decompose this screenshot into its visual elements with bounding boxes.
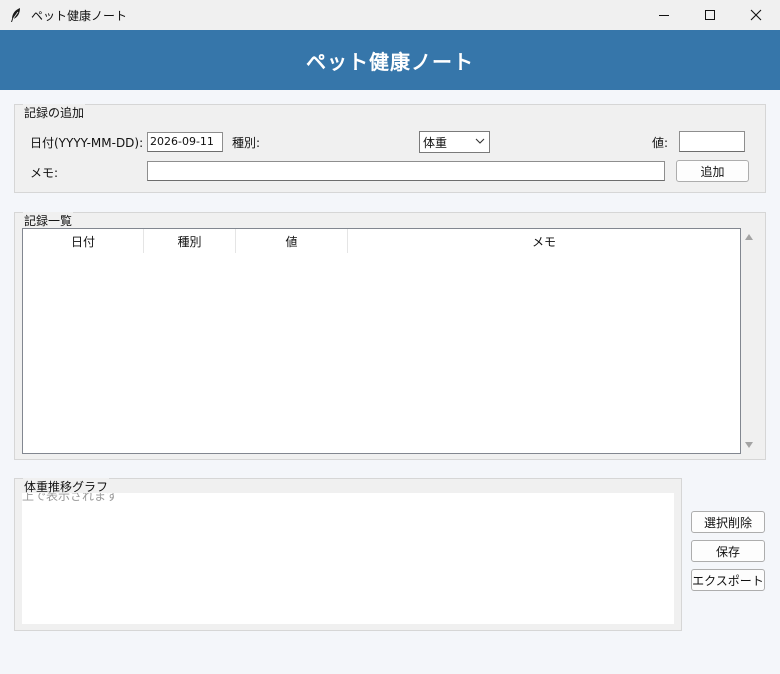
chevron-down-icon: [475, 138, 485, 144]
save-button[interactable]: 保存: [691, 540, 765, 562]
records-group-title: 記録一覧: [23, 212, 74, 229]
maximize-icon: [705, 10, 715, 20]
records-table[interactable]: 日付 種別 値 メモ: [22, 228, 741, 454]
export-button[interactable]: エクスポート: [691, 569, 765, 591]
minimize-icon: [659, 15, 669, 16]
minimize-button[interactable]: [641, 0, 687, 30]
scroll-up-icon[interactable]: [745, 234, 753, 240]
add-button[interactable]: 追加: [676, 160, 749, 182]
feather-icon: [11, 8, 20, 22]
graph-placeholder-text: 上で表示されます: [22, 493, 119, 503]
column-header-type[interactable]: 種別: [144, 229, 236, 253]
records-scrollbar[interactable]: [741, 228, 758, 454]
app-header: ペット健康ノート: [0, 30, 780, 90]
weight-graph-canvas: 上で表示されます: [22, 493, 674, 624]
type-select[interactable]: 体重: [419, 131, 490, 153]
type-select-value: 体重: [423, 136, 448, 150]
date-label: 日付(YYYY-MM-DD):: [30, 136, 144, 150]
close-button[interactable]: [733, 0, 779, 30]
column-header-memo[interactable]: メモ: [348, 229, 740, 253]
app-title: ペット健康ノート: [306, 49, 474, 74]
scroll-down-icon[interactable]: [745, 442, 753, 448]
close-icon: [750, 9, 762, 21]
memo-label: メモ:: [30, 166, 59, 180]
window-titlebar: ペット健康ノート: [0, 0, 780, 30]
column-header-date[interactable]: 日付: [23, 229, 144, 253]
window-title: ペット健康ノート: [31, 9, 128, 23]
column-header-value[interactable]: 値: [236, 229, 348, 253]
memo-input[interactable]: [147, 161, 665, 181]
add-record-group-title: 記録の追加: [23, 104, 86, 121]
value-label: 値:: [652, 136, 669, 150]
value-input[interactable]: [679, 131, 745, 152]
date-input[interactable]: 2026-09-11: [147, 132, 223, 152]
type-label: 種別:: [232, 136, 261, 150]
maximize-button[interactable]: [687, 0, 733, 30]
delete-selected-button[interactable]: 選択削除: [691, 511, 765, 533]
